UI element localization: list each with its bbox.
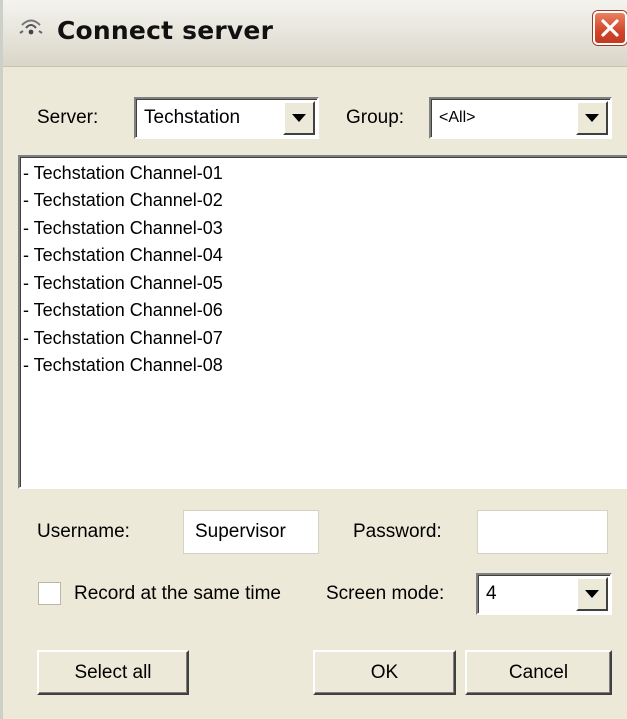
chevron-down-icon [585, 114, 599, 122]
list-item[interactable]: - Techstation Channel-06 [23, 300, 223, 321]
group-dropdown-button[interactable] [576, 101, 608, 135]
screen-mode-dropdown-button[interactable] [576, 577, 608, 611]
chevron-down-icon [292, 114, 306, 122]
title-bar[interactable]: Connect server [3, 0, 627, 67]
select-all-button[interactable]: Select all [37, 650, 189, 695]
group-select[interactable]: <All> [429, 97, 612, 139]
list-item[interactable]: - Techstation Channel-04 [23, 245, 223, 266]
record-label[interactable]: Record at the same time [74, 583, 281, 605]
username-value: Supervisor [195, 521, 286, 542]
list-item[interactable]: - Techstation Channel-02 [23, 190, 223, 211]
username-field[interactable]: Supervisor [183, 510, 319, 554]
chevron-down-icon [585, 590, 599, 598]
cancel-button[interactable]: Cancel [465, 650, 612, 695]
screen-mode-select[interactable]: 4 [476, 573, 612, 615]
server-select[interactable]: Techstation [134, 97, 319, 139]
list-item[interactable]: - Techstation Channel-05 [23, 273, 223, 294]
close-icon [601, 19, 619, 37]
channel-list[interactable]: - Techstation Channel-01 - Techstation C… [18, 155, 627, 489]
username-label: Username: [37, 521, 130, 542]
signal-waves-icon [17, 16, 47, 40]
group-label: Group: [346, 107, 405, 128]
ok-button[interactable]: OK [313, 650, 456, 695]
server-select-value: Techstation [144, 107, 241, 128]
server-label: Server: [37, 107, 99, 128]
ok-button-label: OK [370, 661, 399, 683]
password-label: Password: [353, 521, 442, 542]
group-select-value: <All> [439, 109, 476, 126]
list-item[interactable]: - Techstation Channel-08 [23, 355, 223, 376]
cancel-button-label: Cancel [508, 661, 569, 683]
close-button[interactable] [593, 11, 627, 45]
list-item[interactable]: - Techstation Channel-01 [23, 163, 223, 184]
server-dropdown-button[interactable] [283, 101, 315, 135]
connect-server-dialog: Connect server Server: Techstation Group… [0, 0, 627, 719]
record-checkbox[interactable] [38, 582, 61, 605]
window-title: Connect server [57, 16, 274, 45]
screen-mode-label: Screen mode: [326, 583, 445, 604]
list-item[interactable]: - Techstation Channel-03 [23, 218, 223, 239]
screen-mode-value: 4 [486, 583, 497, 604]
list-item[interactable]: - Techstation Channel-07 [23, 328, 223, 349]
select-all-button-label: Select all [74, 661, 152, 683]
password-field[interactable] [477, 510, 608, 554]
